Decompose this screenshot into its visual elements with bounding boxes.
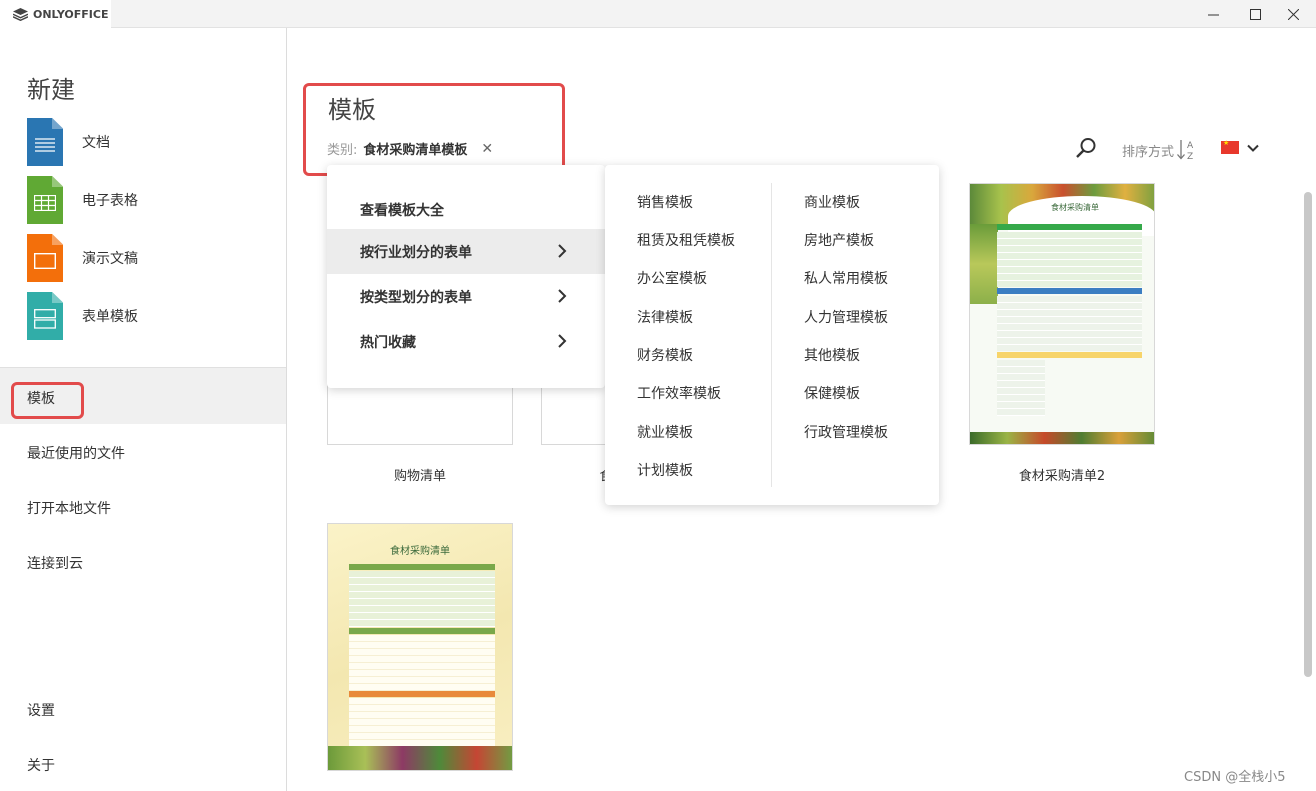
sidebar: 新建 文档 电子表格 演示文稿 表单模板 模板 最近使用的文件 打开本地文件 连…: [0, 28, 287, 791]
spreadsheet-icon: [27, 176, 63, 224]
thumb-header-bar: [997, 224, 1142, 230]
thumb-header-bar: [349, 564, 495, 570]
thumb-header-bar: [349, 628, 495, 634]
chevron-down-icon[interactable]: [1245, 140, 1261, 156]
template-caption: 购物清单: [393, 469, 446, 484]
menu-item-label: 查看模板大全: [360, 202, 444, 219]
svg-text:A: A: [1187, 141, 1194, 151]
title-bar: ONLYOFFICE: [0, 0, 1316, 28]
thumb-rows: [349, 635, 495, 691]
new-heading: 新建: [27, 76, 75, 104]
menu-item-label: 按类型划分的表单: [360, 289, 472, 306]
menu-item-by-type[interactable]: 按类型划分的表单: [327, 274, 605, 319]
minimize-button[interactable]: [1190, 0, 1236, 28]
template-category-menu: 查看模板大全 按行业划分的表单 按类型划分的表单 热门收藏: [327, 165, 605, 388]
close-icon: [1287, 8, 1299, 20]
minimize-icon: [1207, 14, 1219, 15]
submenu-item-productivity[interactable]: 工作效率模板: [637, 383, 721, 403]
sort-button[interactable]: 排序方式 A Z: [1122, 139, 1198, 161]
thumb-header-bar: [997, 288, 1142, 294]
app-tab[interactable]: ONLYOFFICE: [0, 0, 111, 28]
language-flag-icon[interactable]: [1221, 139, 1239, 154]
submenu-divider: [771, 183, 772, 487]
svg-text:Z: Z: [1187, 152, 1193, 161]
chevron-right-icon: [558, 334, 567, 348]
template-caption: 食材采购清单2: [1018, 469, 1106, 484]
chevron-right-icon: [558, 244, 567, 258]
vegetable-footer-image: [328, 746, 512, 770]
submenu-item-office[interactable]: 办公室模板: [637, 268, 707, 288]
thumb-rows: [997, 296, 1142, 351]
create-presentation-button[interactable]: 演示文稿: [27, 233, 138, 283]
close-window-button[interactable]: [1270, 0, 1316, 28]
chevron-right-icon: [558, 289, 567, 303]
submenu-item-employment[interactable]: 就业模板: [637, 422, 693, 442]
thumb-header-bar: [997, 352, 1142, 358]
vegetable-side-image: [970, 224, 998, 304]
create-spreadsheet-label: 电子表格: [82, 193, 138, 209]
menu-item-by-industry[interactable]: 按行业划分的表单: [327, 229, 605, 274]
scrollbar-thumb[interactable]: [1304, 192, 1312, 677]
highlight-box-category: [303, 83, 565, 176]
create-form-template-button[interactable]: 表单模板: [27, 291, 138, 341]
presentation-icon: [27, 234, 63, 282]
submenu-item-finance[interactable]: 财务模板: [637, 345, 693, 365]
thumb-header-bar: [349, 691, 495, 697]
submenu-item-hr[interactable]: 人力管理模板: [804, 307, 888, 327]
menu-item-label: 按行业划分的表单: [360, 244, 472, 261]
form-template-icon: [27, 292, 63, 340]
vegetable-footer-image: [970, 432, 1154, 444]
thumb-rows: [349, 571, 495, 627]
onlyoffice-logo-icon: [13, 7, 28, 21]
maximize-icon: [1249, 8, 1261, 20]
submenu-item-business[interactable]: 商业模板: [804, 192, 860, 212]
thumb-rows: [997, 232, 1142, 287]
submenu-item-lease[interactable]: 租赁及租凭模板: [637, 230, 735, 250]
sidebar-item-recent-files[interactable]: 最近使用的文件: [27, 443, 125, 463]
create-spreadsheet-button[interactable]: 电子表格: [27, 175, 138, 225]
submenu-item-sales[interactable]: 销售模板: [637, 192, 693, 212]
template-card-food-list-2[interactable]: 食材采购清单: [969, 183, 1155, 445]
sort-label: 排序方式: [1122, 144, 1175, 160]
template-card-food-list-3[interactable]: 食材采购清单: [327, 523, 513, 771]
menu-item-view-all[interactable]: 查看模板大全: [327, 187, 605, 232]
create-document-label: 文档: [82, 135, 110, 151]
app-title: ONLYOFFICE: [33, 7, 109, 21]
menu-item-popular[interactable]: 热门收藏: [327, 319, 605, 364]
sidebar-item-connect-cloud[interactable]: 连接到云: [27, 553, 83, 573]
sidebar-item-open-local[interactable]: 打开本地文件: [27, 498, 111, 518]
thumb-rows: [349, 698, 495, 750]
submenu-item-planning[interactable]: 计划模板: [637, 460, 693, 480]
thumb-title: 食材采购清单: [390, 546, 450, 557]
submenu-item-admin[interactable]: 行政管理模板: [804, 422, 888, 442]
create-document-button[interactable]: 文档: [27, 117, 110, 167]
sidebar-item-settings[interactable]: 设置: [27, 700, 55, 720]
document-icon: [27, 118, 63, 166]
sidebar-item-about[interactable]: 关于: [27, 755, 55, 775]
sidebar-item-templates[interactable]: 模板: [27, 388, 55, 408]
submenu-item-legal[interactable]: 法律模板: [637, 307, 693, 327]
create-form-template-label: 表单模板: [82, 309, 138, 325]
submenu-item-real-estate[interactable]: 房地产模板: [804, 230, 874, 250]
thumb-rows: [997, 360, 1045, 416]
submenu-item-other[interactable]: 其他模板: [804, 345, 860, 365]
industry-submenu: 销售模板 租赁及租凭模板 办公室模板 法律模板 财务模板 工作效率模板 就业模板…: [605, 165, 939, 505]
submenu-item-health[interactable]: 保健模板: [804, 383, 860, 403]
watermark-text: CSDN @全栈小5: [1184, 770, 1286, 785]
menu-item-label: 热门收藏: [360, 334, 416, 351]
submenu-item-personal[interactable]: 私人常用模板: [804, 268, 888, 288]
thumb-title: 食材采购清单: [1051, 203, 1099, 212]
sort-az-icon: A Z: [1177, 140, 1194, 161]
create-presentation-label: 演示文稿: [82, 251, 138, 267]
search-icon[interactable]: [1075, 137, 1097, 159]
